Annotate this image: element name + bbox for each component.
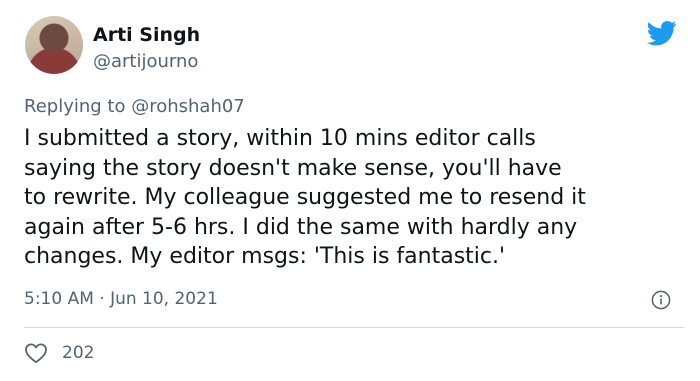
reply-context: Replying to @rohshah07 bbox=[24, 95, 245, 119]
info-icon[interactable] bbox=[651, 290, 671, 310]
tweet-timestamp[interactable]: 5:10 AM · Jun 10, 2021 bbox=[24, 288, 218, 310]
reply-prefix: Replying to bbox=[24, 96, 132, 117]
heart-icon[interactable] bbox=[24, 342, 48, 364]
avatar[interactable] bbox=[25, 16, 83, 74]
twitter-bird-icon[interactable] bbox=[644, 18, 680, 48]
author-name[interactable]: Arti Singh bbox=[93, 23, 200, 47]
like-button[interactable]: 202 bbox=[24, 342, 94, 364]
like-count: 202 bbox=[62, 343, 95, 363]
tweet-text: I submitted a story, within 10 mins edit… bbox=[24, 126, 586, 269]
reply-mention-link[interactable]: @rohshah07 bbox=[131, 96, 245, 117]
tweet-card: Arti Singh @artijourno Replying to @rohs… bbox=[0, 0, 700, 381]
author-handle[interactable]: @artijourno bbox=[93, 51, 198, 73]
divider bbox=[24, 327, 684, 328]
